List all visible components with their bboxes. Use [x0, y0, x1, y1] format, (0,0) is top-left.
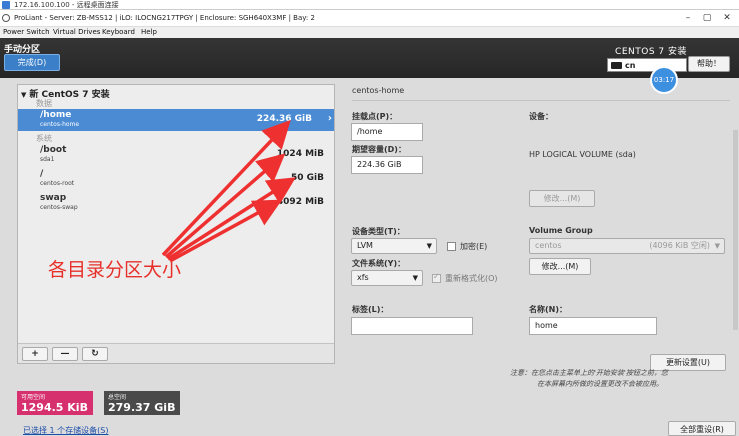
mount-point-label: 挂载点(P)： [352, 112, 398, 121]
reset-all-button[interactable]: 全部重设(R) [668, 421, 736, 436]
partition-name: swap [40, 193, 67, 203]
remote-desktop-titlebar: 172.16.100.100 - 远程桌面连接 [0, 0, 739, 10]
partition-size: 224.36 GiB [256, 114, 312, 124]
tag-input[interactable] [351, 317, 473, 335]
remove-partition-button[interactable]: — [52, 347, 78, 361]
device-type-select[interactable]: LVM ▼ [351, 238, 437, 254]
partition-device: centos-home [40, 121, 80, 128]
volume-group-value: centos [535, 241, 562, 250]
chevron-down-icon: ▼ [426, 242, 432, 250]
volume-group-modify-button[interactable]: 修改...(M) [529, 258, 591, 275]
partition-size: 1024 MiB [276, 149, 324, 159]
partition-device: centos-root [40, 180, 75, 187]
restore-icon[interactable]: ▢ [697, 10, 717, 27]
menu-help[interactable]: Help [141, 27, 157, 38]
partition-row-home[interactable]: /home centos-home 224.36 GiB › [18, 109, 334, 131]
annotation-text: 各目录分区大小 [48, 259, 182, 281]
add-partition-button[interactable]: + [22, 347, 48, 361]
partition-name: /boot [40, 145, 67, 155]
total-space-value: 279.37 GiB [108, 401, 176, 414]
reformat-label: 重新格式化(O) [445, 274, 498, 283]
volume-group-select[interactable]: centos (4096 KiB 空闲) ▼ [529, 238, 725, 254]
expand-arrow-icon[interactable]: ▼ [21, 91, 26, 99]
clock-badge: 03:17 [650, 66, 678, 94]
device-modify-button[interactable]: 修改...(M) [529, 190, 595, 207]
reformat-checkbox[interactable] [432, 272, 441, 283]
filesystem-label: 文件系统(Y)： [352, 259, 406, 268]
partition-row-root[interactable]: / centos-root 50 GiB [18, 168, 334, 190]
settings-note-line1: 注意：在您点击主菜单上的'开始安装'按钮之前，您 [510, 369, 668, 377]
ilo-window-titlebar: ProLiant - Server: ZB-MSS12 | iLO: ILOCN… [0, 10, 739, 27]
group-data-label: 数据 [36, 99, 52, 108]
device-label: 设备： [529, 112, 553, 121]
available-space-value: 1294.5 KiB [21, 401, 88, 414]
selected-storage-link[interactable]: 已选择 1 个存储设备(S) [23, 425, 109, 436]
chevron-down-icon: ▼ [412, 274, 418, 282]
filesystem-select[interactable]: xfs ▼ [351, 270, 423, 286]
divider [352, 100, 730, 101]
keyboard-layout-indicator[interactable]: cn [607, 58, 687, 72]
partition-row-boot[interactable]: /boot sda1 1024 MiB [18, 144, 334, 166]
menu-power-switch[interactable]: Power Switch [3, 27, 50, 38]
partition-device: centos-swap [40, 204, 78, 211]
settings-note-line2: 在本屏幕内所做的设置更改不会被应用。 [537, 380, 663, 388]
device-value: HP LOGICAL VOLUME (sda) [529, 150, 636, 159]
minimize-icon[interactable]: – [678, 10, 698, 27]
available-space-box: 可用空间 1294.5 KiB [17, 391, 93, 415]
partition-list-panel: ▼ 新 CentOS 7 安装 数据 /home centos-home 224.… [17, 84, 335, 364]
chevron-right-icon: › [327, 113, 332, 124]
remote-desktop-title: 172.16.100.100 - 远程桌面连接 [14, 1, 119, 9]
available-space-label: 可用空间 [21, 394, 46, 401]
scrollbar[interactable] [733, 130, 738, 330]
name-input[interactable]: home [529, 317, 657, 335]
encrypt-label: 加密(E) [460, 242, 488, 251]
name-label: 名称(N)： [529, 305, 568, 314]
chevron-down-icon: ▼ [714, 242, 720, 250]
device-type-value: LVM [357, 241, 373, 250]
detail-title: centos-home [352, 86, 405, 95]
settings-note: 注意：在您点击主菜单上的'开始安装'按钮之前，您 在本屏幕内所做的设置更改不会被… [510, 368, 668, 390]
partition-toolbar: + — ↻ [18, 343, 334, 363]
os-title: CENTOS 7 安装 [615, 47, 687, 57]
done-button[interactable]: 完成(D) [4, 54, 60, 71]
total-space-label: 总空间 [108, 394, 127, 401]
partition-row-swap[interactable]: swap centos-swap 4092 MiB [18, 192, 334, 214]
main-area: ▼ 新 CentOS 7 安装 数据 /home centos-home 224.… [0, 78, 739, 436]
partition-name: / [40, 169, 44, 179]
tag-label: 标签(L)： [352, 305, 389, 314]
group-system-label: 系统 [36, 134, 52, 143]
device-type-label: 设备类型(T)： [352, 227, 405, 236]
partition-name: /home [40, 110, 72, 120]
close-icon[interactable]: ✕ [717, 10, 737, 27]
menubar: Power Switch Virtual Drives Keyboard Hel… [0, 27, 739, 38]
volume-group-label: Volume Group [529, 226, 593, 235]
encrypt-checkbox[interactable] [447, 242, 456, 251]
remote-desktop-icon [2, 1, 10, 9]
menu-keyboard[interactable]: Keyboard [102, 27, 135, 38]
volume-group-free: (4096 KiB 空闲) [649, 241, 710, 250]
menu-virtual-drives[interactable]: Virtual Drives [53, 27, 100, 38]
filesystem-value: xfs [357, 273, 369, 282]
capacity-label: 期望容量(D)： [352, 145, 406, 154]
total-space-box: 总空间 279.37 GiB [104, 391, 180, 415]
mount-point-input[interactable]: /home [351, 123, 423, 141]
ilo-window-title: ProLiant - Server: ZB-MSS12 | iLO: ILOCN… [14, 14, 315, 22]
help-button[interactable]: 帮助！ [688, 56, 730, 72]
partition-size: 50 GiB [291, 173, 324, 183]
partition-device: sda1 [40, 156, 55, 163]
refresh-icon[interactable]: ↻ [82, 347, 108, 361]
keyboard-icon [611, 62, 622, 69]
tree-root[interactable]: ▼ 新 CentOS 7 安装 [21, 87, 110, 100]
keyboard-layout-label: cn [625, 61, 636, 70]
partition-size: 4092 MiB [276, 197, 324, 207]
ilo-app-icon [2, 14, 10, 22]
capacity-input[interactable]: 224.36 GiB [351, 156, 423, 174]
